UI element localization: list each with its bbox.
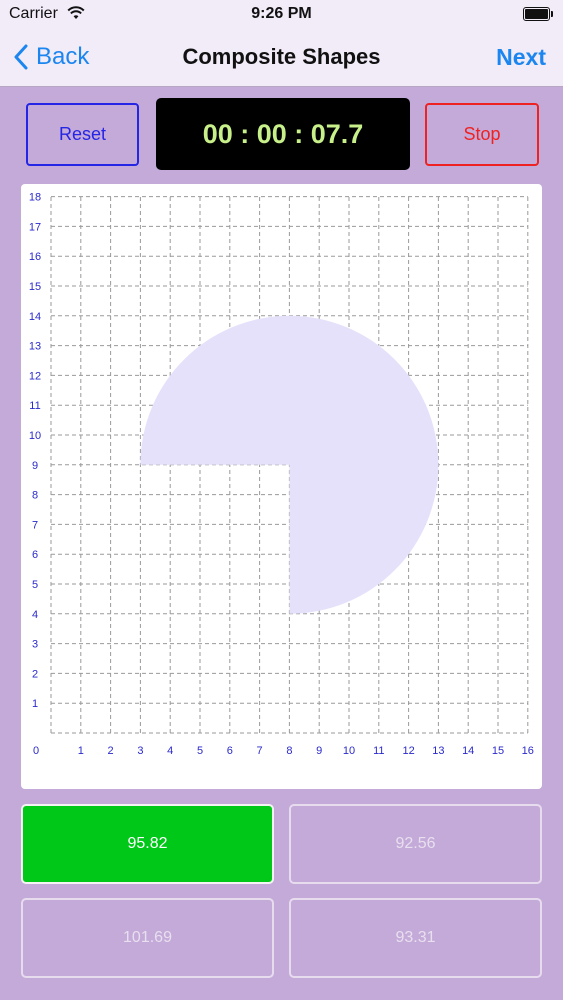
- x-tick-label: 13: [432, 745, 444, 757]
- answer-option-4[interactable]: 93.31: [289, 898, 542, 978]
- answer-option-1[interactable]: 95.82: [21, 804, 274, 884]
- y-tick-label: 2: [32, 668, 38, 680]
- answer-option-2[interactable]: 92.56: [289, 804, 542, 884]
- y-tick-label: 4: [32, 609, 38, 621]
- x-tick-label: 0: [33, 745, 39, 757]
- y-tick-label: 13: [29, 341, 41, 353]
- reset-button[interactable]: Reset: [26, 103, 139, 166]
- x-tick-label: 5: [197, 745, 203, 757]
- x-tick-label: 11: [373, 745, 384, 757]
- graph-panel: 0 1 2 3 4 5 6 7 8 9 10 11 12 13 14 15 16 1 2 3 4 5 6 7 8 9 10 11 12 1…: [21, 184, 542, 789]
- x-tick-label: 3: [137, 745, 143, 757]
- composite-shape: [140, 315, 439, 614]
- x-tick-label: 14: [462, 745, 474, 757]
- next-button[interactable]: Next: [496, 44, 546, 71]
- x-tick-label: 1: [78, 745, 84, 757]
- x-tick-label: 9: [316, 745, 322, 757]
- y-tick-label: 8: [32, 490, 38, 502]
- status-time: 9:26 PM: [251, 5, 312, 22]
- x-tick-label: 2: [108, 745, 114, 757]
- y-tick-label: 14: [29, 311, 41, 323]
- battery-icon: [523, 7, 554, 21]
- x-tick-label: 4: [167, 745, 173, 757]
- y-tick-label: 5: [32, 579, 38, 591]
- stop-button[interactable]: Stop: [425, 103, 539, 166]
- y-tick-label: 9: [32, 460, 38, 472]
- answer-option-3[interactable]: 101.69: [21, 898, 274, 978]
- y-tick-label: 17: [29, 221, 41, 233]
- x-tick-label: 15: [492, 745, 504, 757]
- y-tick-label: 18: [29, 192, 41, 204]
- status-bar: Carrier 9:26 PM: [0, 0, 563, 30]
- y-tick-label: 7: [32, 519, 38, 531]
- page-title: Composite Shapes: [182, 44, 381, 69]
- y-tick-label: 10: [29, 430, 41, 442]
- x-tick-label: 16: [522, 745, 534, 757]
- timer-display: 00 : 00 : 07.7: [156, 98, 410, 170]
- y-tick-label: 3: [32, 639, 38, 651]
- y-tick-label: 15: [29, 281, 41, 293]
- x-tick-label: 12: [402, 745, 414, 757]
- x-tick-label: 7: [257, 745, 263, 757]
- x-tick-label: 10: [343, 745, 355, 757]
- navigation-bar: Carrier 9:26 PM Back Composite Shapes Ne…: [0, 0, 563, 87]
- y-tick-label: 11: [29, 400, 40, 412]
- y-tick-label: 1: [32, 698, 38, 710]
- x-tick-label: 8: [286, 745, 292, 757]
- x-tick-label: 6: [227, 745, 233, 757]
- y-tick-label: 16: [29, 251, 41, 263]
- coordinate-grid: 0 1 2 3 4 5 6 7 8 9 10 11 12 13 14 15 161234567891011121…: [29, 192, 534, 757]
- y-tick-label: 6: [32, 549, 38, 561]
- y-tick-label: 12: [29, 370, 41, 382]
